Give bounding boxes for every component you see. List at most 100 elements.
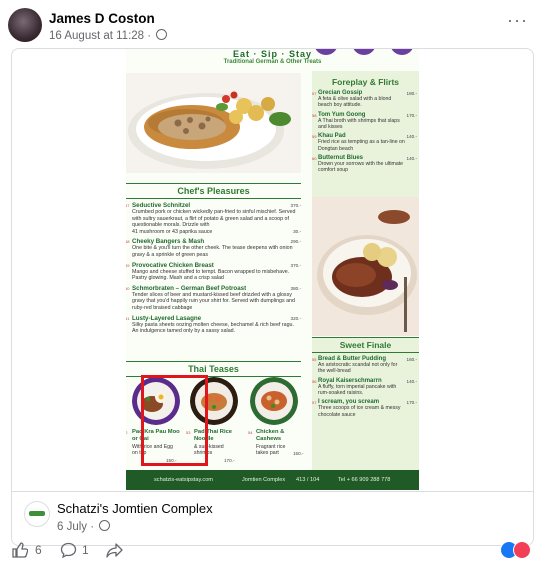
comment-icon[interactable] [60, 542, 77, 558]
item-description: A feta & olive salad with a blond beach … [318, 96, 392, 109]
item-number: 49 [126, 262, 130, 268]
item-price: 180.- [406, 91, 417, 96]
menu-item: 55 Bread & Butter Pudding 160.- An arist… [312, 356, 419, 375]
item-price: 140.- [406, 378, 417, 384]
menu-item: 56 Royal Kaiserschmarrn 140.- A fluffy, … [312, 378, 419, 397]
item-number: 51 [126, 315, 130, 321]
item-price: 170.- [406, 112, 417, 118]
finale-title: Sweet Finale [339, 340, 392, 350]
globe-icon [156, 29, 168, 40]
author-avatar[interactable] [8, 8, 42, 42]
thai-teases-title: Thai Teases [188, 364, 239, 374]
menu-item: 48 Cheeky Bangers & Mash 290.- One bite … [126, 238, 301, 258]
item-price: 380.- [290, 285, 301, 291]
menu-item: 60 Butternut Blues 140.- Drown your sorr… [312, 155, 419, 174]
item-number: 52 [126, 430, 127, 435]
item-number: 57 [312, 400, 317, 406]
page-name[interactable]: Schatzi's Jomtien Complex [57, 501, 213, 516]
item-number: 56 [312, 378, 317, 384]
item-description: Drown your sorrows with the ultimate com… [318, 161, 404, 174]
page-logo[interactable] [24, 501, 50, 527]
shared-post-meta: 6 July · [57, 520, 111, 533]
thai-item: 54 Chicken & Cashews Fragrant rice takes… [246, 377, 304, 467]
item-description: Mango and cheese stuffed to tempt. Bacon… [132, 268, 290, 282]
item-price: 160.- [406, 357, 417, 362]
item-price: 370.- [290, 203, 301, 208]
love-reaction-icon [513, 541, 531, 559]
shared-post-card[interactable]: Eat · Sip · Stay Traditional German & Ot… [11, 48, 534, 546]
item-description: Silky pasta sheets oozing molten cheese,… [132, 321, 294, 335]
post-date[interactable]: 16 August at 11:28 [49, 30, 144, 42]
item-price: 170.- [406, 400, 417, 406]
item-number: 48 [126, 239, 130, 245]
item-price: 290.- [290, 239, 301, 245]
footer-address: 413 / 104 [296, 477, 320, 483]
item-price: 140.- [406, 134, 417, 140]
item-name: Chicken & Cashews [256, 429, 285, 442]
item-name: Lusty-Layered Lasagne [132, 314, 202, 322]
post-header: James D Coston 16 August at 11:28 · ··· [0, 0, 542, 48]
menu-tagline: Eat · Sip · Stay [232, 49, 312, 59]
item-number: 55 [312, 357, 317, 362]
schnitzel-photo [126, 73, 301, 173]
menu-item: 57 Grecian Gossip 180.- A feta & olive s… [312, 90, 419, 109]
menu-item: 59 Khau Pad 140.- Fried rice as tempting… [312, 133, 419, 152]
beef-potroast-photo [312, 197, 419, 336]
item-number: 50 [126, 285, 130, 291]
item-price: 150.- [293, 451, 304, 456]
meta-separator: · [147, 30, 152, 42]
like-icon[interactable] [12, 542, 28, 558]
item-name: Cheeky Bangers & Mash [132, 238, 205, 246]
foreplay-title: Foreplay & Flirts [331, 77, 400, 87]
item-price: 170.- [224, 458, 235, 463]
item-price: 320.- [290, 315, 301, 321]
item-description: A Thai broth with shrimps that slaps and… [318, 117, 400, 131]
menu-item: 57 I scream, you scream 170.- Three scoo… [312, 399, 419, 418]
item-price: 140.- [406, 156, 417, 162]
share-icon[interactable] [106, 542, 123, 558]
item-extra: 41 mushroom or 43 paprika sauce [132, 228, 213, 235]
item-number: 60 [312, 156, 317, 162]
shared-post-footer[interactable]: Schatzi's Jomtien Complex 6 July · [12, 491, 533, 545]
item-extra-price: 30.- [293, 228, 301, 234]
shared-post-date[interactable]: 6 July [57, 521, 87, 533]
menu-item: 47 Seductive Schnitzel 370.- Crumbed por… [126, 202, 301, 235]
menu-subtitle: Traditional German & Other Treats [223, 59, 322, 65]
item-number: 59 [312, 134, 317, 140]
chefs-pleasures-title: Chef's Pleasures [177, 186, 250, 196]
footer-phone: Tel + 66 909 288 778 [338, 477, 391, 483]
item-number: 47 [126, 203, 130, 208]
menu-item: 49 Provocative Chicken Breast 370.- Mang… [126, 262, 301, 282]
post-meta: 16 August at 11:28 · [49, 29, 168, 42]
menu-right-column: Foreplay & Flirts 57 Grecian Gossip 180.… [312, 71, 419, 470]
more-options-icon[interactable]: ··· [507, 10, 528, 31]
item-number: 54 [248, 430, 253, 435]
comment-count[interactable]: 1 [82, 543, 89, 557]
item-description: One bite & you'll turn the other cheek. … [132, 245, 293, 259]
footer-location: Jomtien Complex [242, 477, 286, 483]
item-number: 57 [312, 91, 317, 96]
item-description: Tender slices of beer and mustard-kissed… [132, 291, 295, 312]
chicken-cashews-photo [250, 377, 298, 425]
menu-item: 51 Lusty-Layered Lasagne 320.- Silky pas… [126, 315, 301, 335]
item-name: Provocative Chicken Breast [132, 261, 214, 269]
action-bar: 6 1 [0, 541, 542, 567]
globe-icon [99, 520, 111, 531]
item-description: Fragrant rice takes part [256, 444, 286, 457]
menu-item: 50 Schmorbraten – German Beef Potroast 3… [126, 285, 301, 312]
item-description: Three scoops of ice cream & messy chocol… [318, 405, 401, 418]
menu-footer: schatzis-eatsipstay.com Jomtien Complex … [126, 470, 419, 490]
item-name: Schmorbraten – German Beef Potroast [132, 284, 247, 292]
sweet-finale-section: Sweet Finale 55 Bread & Butter Pudding 1… [312, 337, 419, 470]
reaction-summary[interactable] [500, 541, 532, 559]
footer-website: schatzis-eatsipstay.com [154, 477, 213, 483]
item-name: Seductive Schnitzel [132, 202, 191, 209]
item-number: 58 [312, 112, 317, 118]
item-description: Fried rice as tempting as a tan-line on … [318, 139, 405, 152]
like-count[interactable]: 6 [35, 543, 42, 557]
meta-separator: · [90, 521, 95, 533]
item-price: 370.- [290, 262, 301, 268]
menu-item: 58 Tom Yum Goong 170.- A Thai broth with… [312, 112, 419, 131]
author-name[interactable]: James D Coston [49, 11, 155, 26]
item-description: Crumbed pork or chicken wickedly pan-fri… [132, 209, 296, 229]
